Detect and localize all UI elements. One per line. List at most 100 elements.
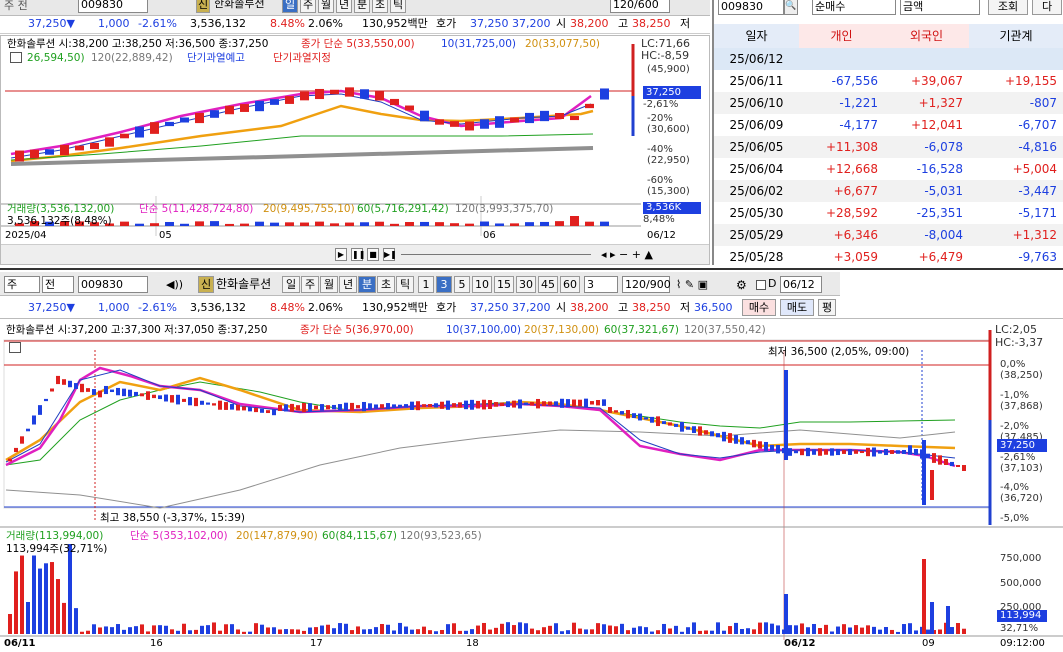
candle	[480, 119, 489, 129]
table-row[interactable]: 25/06/11 -67,556 +39,067 +19,155	[714, 70, 1063, 92]
table-row[interactable]: 25/06/10 -1,221 +1,327 -807	[714, 92, 1063, 114]
mode-select[interactable]: 순매수	[812, 0, 896, 15]
table-row[interactable]: 25/06/12	[714, 48, 1063, 70]
sell-button[interactable]: 매도	[780, 299, 814, 316]
table-row[interactable]: 25/05/29 +6,346 -8,004 +1,312	[714, 224, 1063, 246]
candle	[860, 450, 864, 454]
top-y-pct: -2,61%	[643, 99, 679, 110]
speaker-icon[interactable]: ◀))	[166, 278, 183, 291]
tab-tick-b[interactable]: 틱	[396, 276, 414, 293]
candle	[248, 407, 252, 412]
pause-icon[interactable]: ❚❚	[351, 248, 365, 261]
query-button[interactable]: 조회	[988, 0, 1028, 15]
b-vy1: 500,000	[1000, 578, 1042, 589]
table-cell: -9,763	[1018, 250, 1057, 264]
tab-minute-b[interactable]: 분	[358, 276, 376, 293]
top-scroll-bar[interactable]: ▶ ❚❚ ■ ▶❚ ◂ ▸ − + ▲	[1, 244, 709, 264]
volume-bar	[210, 221, 219, 226]
scroll-controls-icon[interactable]: ◂ ▸ − + ▲	[601, 248, 653, 261]
unit-select[interactable]: 금액	[900, 0, 980, 15]
chart-tools-icon[interactable]: ⌇ ✎ ▣	[676, 278, 708, 291]
candle	[206, 402, 210, 405]
b-price-badge: 37,250	[997, 439, 1047, 452]
date-input[interactable]: 06/12	[780, 276, 822, 293]
tab-month[interactable]: 월	[318, 0, 334, 13]
next-icon[interactable]: ▶❚	[383, 248, 397, 261]
interval-10[interactable]: 10	[472, 276, 492, 293]
tab-day-b[interactable]: 일	[282, 276, 300, 293]
interval-3[interactable]: 3	[436, 276, 452, 293]
interval-input[interactable]: 3	[584, 276, 618, 293]
b-time: 09:12:00	[1000, 638, 1045, 649]
table-row[interactable]: 25/06/02 +6,677 -5,031 -3,447	[714, 180, 1063, 202]
next-button[interactable]: 다	[1032, 0, 1062, 15]
table-row[interactable]: 25/06/05 +11,308 -6,078 -4,816	[714, 136, 1063, 158]
volume-bar	[500, 623, 504, 634]
bottom-grid-toggle-icon[interactable]	[9, 342, 21, 353]
volume-bar	[164, 625, 168, 634]
tab-tick[interactable]: 틱	[390, 0, 406, 13]
interval-15[interactable]: 15	[494, 276, 514, 293]
table-header: 일자 개인 외국인 기관계	[714, 24, 1063, 48]
zoom-slider[interactable]	[401, 254, 591, 255]
volume-bar	[930, 602, 934, 634]
table-row[interactable]: 25/06/04 +12,668 -16,528 +5,004	[714, 158, 1063, 180]
tab-day[interactable]: 일	[282, 0, 298, 13]
volume-bar	[764, 622, 768, 634]
candle	[80, 383, 84, 393]
volume-bar	[602, 624, 606, 634]
tab-year-b[interactable]: 년	[339, 276, 357, 293]
volume-bar	[962, 628, 966, 634]
search-icon[interactable]: 🔍	[784, 0, 798, 15]
volume-bar	[98, 627, 102, 634]
candle	[770, 444, 774, 451]
bid: 37,250	[470, 17, 509, 30]
volume-bar	[200, 625, 204, 634]
stop-icon[interactable]: ■	[367, 248, 379, 261]
interval-45[interactable]: 45	[538, 276, 558, 293]
candle	[165, 121, 174, 127]
tab-second[interactable]: 초	[372, 0, 388, 13]
count-input[interactable]: 120/600	[610, 0, 670, 13]
bottom-count-input[interactable]: 120/900	[622, 276, 671, 293]
type-select[interactable]: 주	[4, 276, 40, 293]
volume-bar	[338, 623, 342, 634]
b-legend-ma60: 60(37,321,67)	[604, 324, 679, 336]
buy-button[interactable]: 매수	[742, 299, 776, 316]
settings-icon[interactable]: ⚙	[736, 278, 747, 292]
volume-bar	[512, 625, 516, 634]
bottom-code-input[interactable]: 009830	[78, 276, 148, 293]
volume-bar	[68, 544, 72, 634]
grid-toggle-icon[interactable]	[10, 52, 22, 63]
volume-bar	[680, 631, 684, 634]
tab-week-b[interactable]: 주	[301, 276, 319, 293]
table-row[interactable]: 25/05/30 +28,592 -25,351 -5,171	[714, 202, 1063, 224]
tab-year[interactable]: 년	[336, 0, 352, 13]
interval-1[interactable]: 1	[418, 276, 434, 293]
code-input[interactable]: 009830	[78, 0, 148, 13]
tab-month-b[interactable]: 월	[320, 276, 338, 293]
play-icon[interactable]: ▶	[335, 248, 347, 261]
type2-select[interactable]: 전	[42, 276, 74, 293]
candle	[98, 390, 102, 398]
table-row[interactable]: 25/06/09 -4,177 +12,041 -6,707	[714, 114, 1063, 136]
table-cell: -4,816	[1018, 140, 1057, 154]
table-row[interactable]: 25/05/28 +3,059 +6,479 -9,763	[714, 246, 1063, 268]
interval-5[interactable]: 5	[454, 276, 470, 293]
volume-bar	[110, 627, 114, 634]
interval-30[interactable]: 30	[516, 276, 536, 293]
tab-week[interactable]: 주	[300, 0, 316, 13]
interval-60[interactable]: 60	[560, 276, 580, 293]
date-checkbox[interactable]	[756, 280, 766, 290]
eval-button[interactable]: 평	[818, 299, 836, 316]
volume-bar	[938, 629, 942, 634]
candle	[590, 401, 594, 405]
candle	[728, 433, 732, 443]
volume-bar	[848, 627, 852, 634]
candle	[135, 126, 144, 138]
investor-code-input[interactable]: 009830	[718, 0, 784, 15]
tab-minute[interactable]: 분	[354, 0, 370, 13]
candle	[536, 398, 540, 409]
tab-second-b[interactable]: 초	[377, 276, 395, 293]
candle	[764, 441, 768, 451]
